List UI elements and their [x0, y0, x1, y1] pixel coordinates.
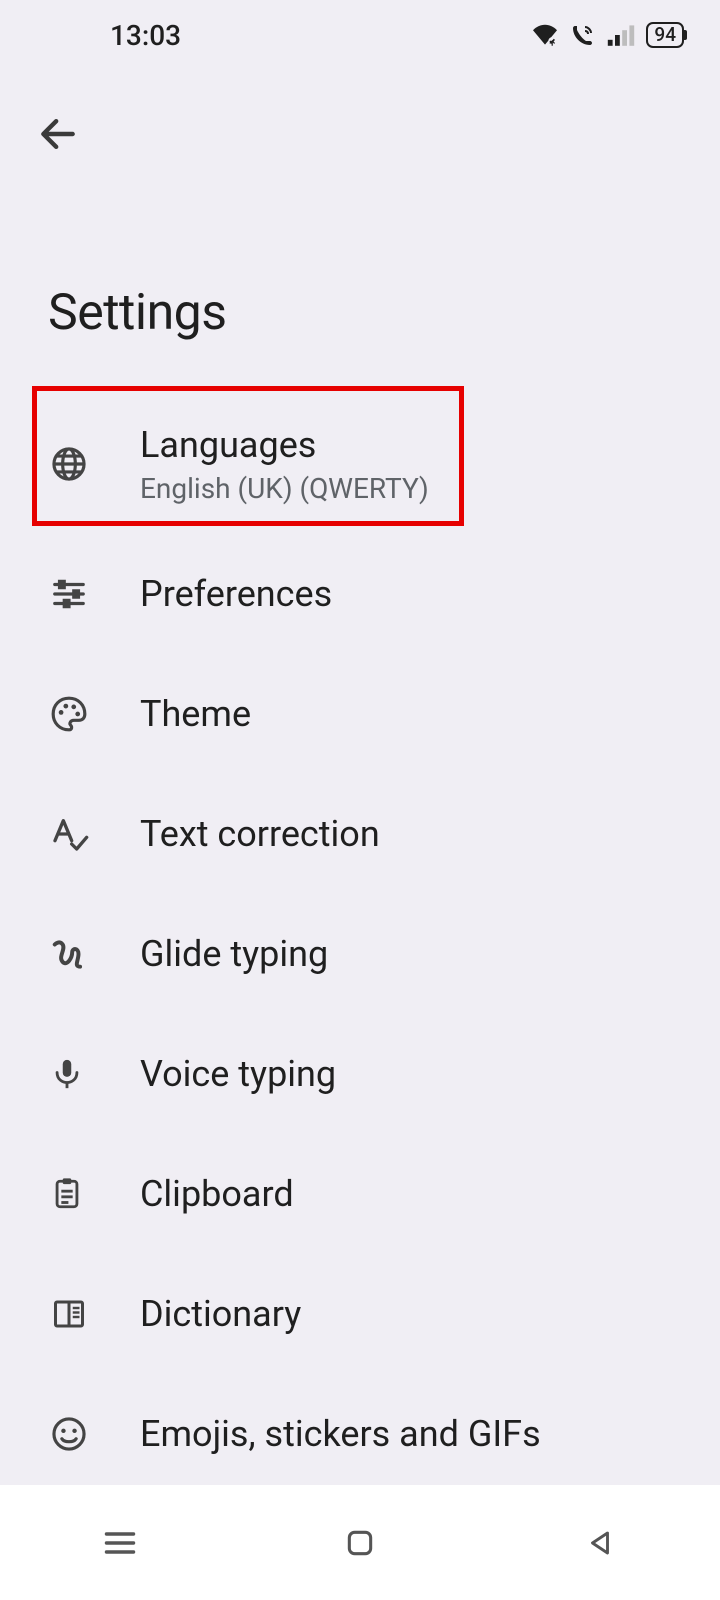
item-label: Emojis, stickers and GIFs	[140, 1413, 690, 1455]
settings-list: Languages English (UK) (QWERTY) Preferen…	[0, 342, 720, 1494]
nav-back-button[interactable]	[560, 1503, 640, 1583]
gesture-icon	[50, 935, 140, 973]
sliders-icon	[50, 575, 140, 613]
item-theme[interactable]: Theme	[0, 654, 720, 774]
book-icon	[50, 1296, 140, 1332]
item-languages[interactable]: Languages English (UK) (QWERTY)	[0, 394, 720, 534]
globe-icon	[50, 445, 140, 483]
phone-wifi-icon	[570, 23, 596, 47]
item-clipboard[interactable]: Clipboard	[0, 1134, 720, 1254]
item-label: Theme	[140, 693, 690, 735]
item-sublabel: English (UK) (QWERTY)	[140, 472, 690, 505]
status-time: 13:03	[110, 19, 181, 52]
status-right: 94	[530, 22, 684, 48]
system-navbar	[0, 1485, 720, 1600]
smiley-icon	[50, 1415, 140, 1453]
item-emojis[interactable]: Emojis, stickers and GIFs	[0, 1374, 720, 1494]
item-glide-typing[interactable]: Glide typing	[0, 894, 720, 1014]
nav-home-button[interactable]	[320, 1503, 400, 1583]
item-label: Voice typing	[140, 1053, 690, 1095]
item-label: Text correction	[140, 813, 690, 855]
signal-icon	[606, 23, 636, 47]
mic-icon	[50, 1055, 140, 1093]
wifi-icon	[530, 23, 560, 47]
item-text-correction[interactable]: Text correction	[0, 774, 720, 894]
item-label: Preferences	[140, 573, 690, 615]
status-bar: 13:03	[0, 0, 720, 70]
page-title: Settings	[0, 164, 720, 342]
item-label: Glide typing	[140, 933, 690, 975]
item-label: Clipboard	[140, 1173, 690, 1215]
item-dictionary[interactable]: Dictionary	[0, 1254, 720, 1374]
palette-icon	[50, 695, 140, 733]
item-label: Languages	[140, 424, 690, 466]
item-preferences[interactable]: Preferences	[0, 534, 720, 654]
battery-indicator: 94	[646, 22, 684, 48]
battery-level: 94	[654, 23, 676, 46]
item-label: Dictionary	[140, 1293, 690, 1335]
nav-recents-button[interactable]	[80, 1503, 160, 1583]
back-button[interactable]	[28, 104, 88, 164]
clipboard-icon	[50, 1174, 140, 1214]
item-voice-typing[interactable]: Voice typing	[0, 1014, 720, 1134]
text-check-icon	[50, 814, 140, 854]
